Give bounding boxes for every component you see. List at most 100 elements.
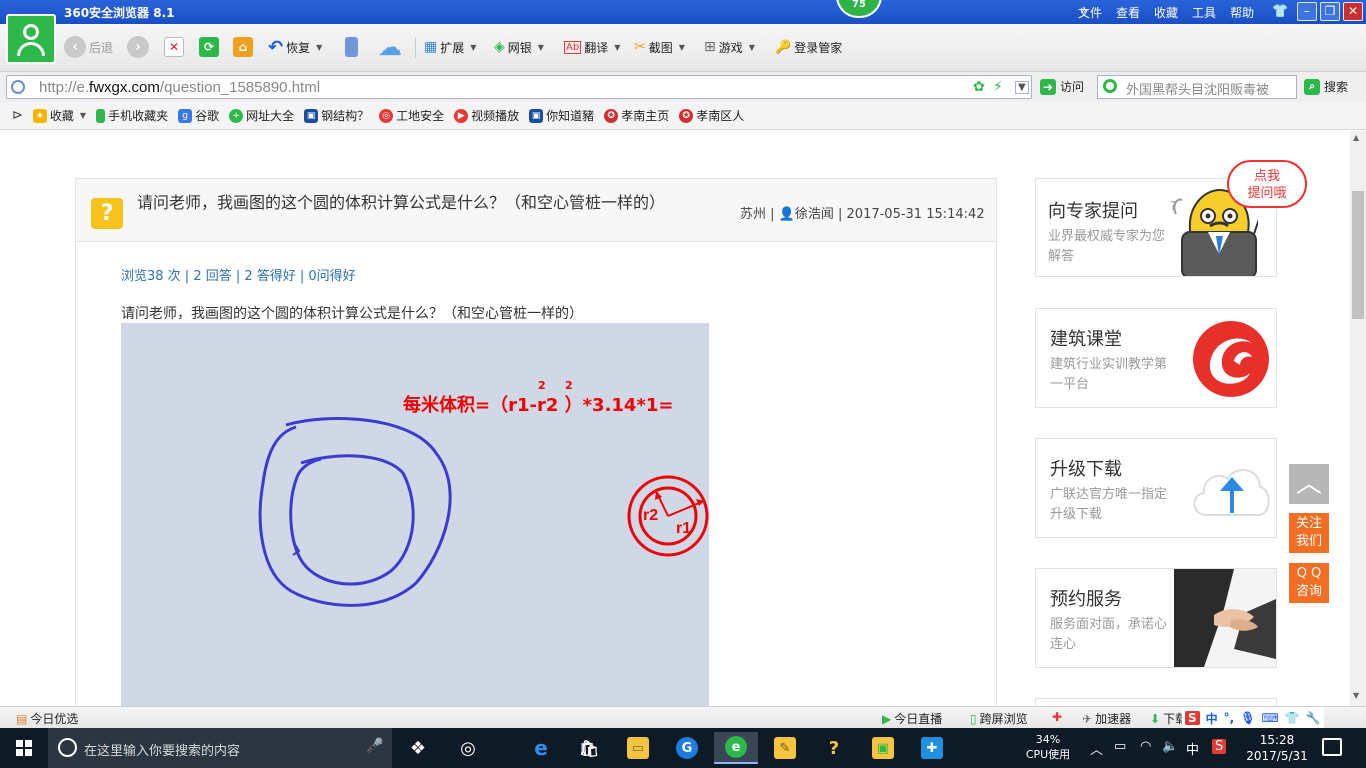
bookmark-url-directory[interactable]: + 网址大全 xyxy=(229,107,294,124)
follow-us-button[interactable]: 关注 我们 xyxy=(1289,513,1329,553)
tray-expand-icon[interactable]: ︿ xyxy=(1090,739,1103,758)
address-row: http://e.fwxgx.com/question_1585890.html… xyxy=(0,72,1366,102)
app-360-helper[interactable]: ◎ xyxy=(446,732,490,764)
accelerator[interactable]: ✈ 加速器 xyxy=(1082,710,1131,727)
back-button[interactable]: ‹ 后退 xyxy=(64,34,113,60)
search-input[interactable]: 外国黑帮头目沈阳贩毒被 xyxy=(1097,75,1297,99)
security-icon[interactable]: ✚ xyxy=(1052,710,1062,724)
mobile-button[interactable] xyxy=(345,34,358,60)
screenshot-label: 截图 xyxy=(648,40,673,55)
task-view-app[interactable]: ❖ xyxy=(396,732,440,764)
ask-bubble[interactable]: 点我 提问哦 xyxy=(1227,160,1307,208)
battery-icon[interactable]: ▭ xyxy=(1114,739,1126,754)
sidebar-toggle-icon[interactable]: ⊳ xyxy=(12,108,23,123)
question-card: ? 请问老师，我画图的这个圆的体积计算公式是什么？（和空心管桩一样的） 苏州 |… xyxy=(75,178,997,706)
menu-file[interactable]: 文件 xyxy=(1078,4,1102,21)
notes-icon: ✎ xyxy=(774,737,796,759)
app-help[interactable]: ? xyxy=(812,732,856,764)
construction-class-card[interactable]: 建筑课堂 建筑行业实训教学第一平台 xyxy=(1035,308,1277,408)
url-text[interactable]: http://e.fwxgx.com/question_1585890.html xyxy=(39,79,320,96)
home-button[interactable]: ⌂ xyxy=(233,34,253,60)
bookmark-google[interactable]: g 谷歌 xyxy=(178,107,219,124)
cloud-button[interactable]: ☁ xyxy=(378,33,402,61)
taskbar-search-box[interactable]: 在这里输入你要搜索的内容 🎤 xyxy=(48,728,392,768)
mic-icon: 🎙 xyxy=(1240,711,1256,725)
scroll-up-icon[interactable]: ▲ xyxy=(1353,133,1359,142)
question-user[interactable]: 徐浩闻 xyxy=(795,207,834,222)
maximize-button[interactable]: ❐ xyxy=(1320,2,1340,21)
translate-button[interactable]: Ab 翻译 ▼ xyxy=(564,34,620,60)
question-image[interactable]: 每米体积=（r1 2 -r2 2 ）*3.14*1= r1 r2 xyxy=(121,323,709,706)
bookmark-xiaonan-district[interactable]: ✪ 孝南区人 xyxy=(679,107,744,124)
refresh-button[interactable]: ⟳ xyxy=(199,34,219,60)
scissors-icon: ✂ xyxy=(634,39,646,55)
vertical-scrollbar[interactable]: ▲ ▼ xyxy=(1350,131,1366,706)
menu-view[interactable]: 查看 xyxy=(1116,4,1140,21)
ime-toolbar[interactable]: S 中 °, 🎙 ⌨ 👕 🔧 xyxy=(1182,707,1324,729)
bookmark-did-you-know[interactable]: ▣ 你知道豬 xyxy=(529,107,594,124)
login-manager-button[interactable]: 🔑 登录管家 xyxy=(775,34,842,60)
ime-indicator[interactable]: 中 xyxy=(1186,739,1199,758)
skin-icon[interactable]: 👕 xyxy=(1272,4,1288,19)
bookmark-site-safety[interactable]: ◎ 工地安全 xyxy=(379,107,444,124)
app-store[interactable]: 🛍 xyxy=(567,732,611,764)
sogou-icon: S xyxy=(1185,711,1200,725)
address-bar[interactable]: http://e.fwxgx.com/question_1585890.html… xyxy=(6,75,1032,99)
today-picks[interactable]: ▤ 今日优选 xyxy=(16,710,78,727)
scrollbar-thumb[interactable] xyxy=(1352,191,1364,319)
menu-tools[interactable]: 工具 xyxy=(1192,4,1216,21)
app-360-browser[interactable]: e xyxy=(714,732,758,764)
app-file-explorer[interactable]: ▭ xyxy=(616,732,660,764)
question-location[interactable]: 苏州 xyxy=(740,207,766,222)
speed-mode-icon[interactable]: ⚡ xyxy=(993,79,1003,95)
stop-button[interactable]: ✕ xyxy=(164,34,184,60)
glodon-logo-icon xyxy=(1193,321,1269,397)
back-to-top-button[interactable]: ︿ xyxy=(1289,464,1329,504)
cpu-usage[interactable]: 34% CPU使用 xyxy=(1022,732,1074,762)
app-picture[interactable]: ▣ xyxy=(861,732,905,764)
app-notes[interactable]: ✎ xyxy=(763,732,807,764)
bookmark-video[interactable]: ▶ 视频播放 xyxy=(454,107,519,124)
scroll-down-icon[interactable]: ▼ xyxy=(1353,691,1359,700)
volume-icon[interactable]: 🔈 xyxy=(1162,739,1178,754)
wifi-icon[interactable]: ◠ xyxy=(1140,739,1151,754)
restore-button[interactable]: ↶ 恢复 ▼ xyxy=(268,34,322,60)
microphone-icon[interactable]: 🎤 xyxy=(366,738,383,754)
phone-icon: ▯ xyxy=(970,711,977,726)
compat-mode-icon[interactable]: ✿ xyxy=(973,79,985,95)
bank-button[interactable]: ◈ 网银 ▼ xyxy=(494,34,544,60)
bookmark-mobile[interactable]: 手机收藏夹 xyxy=(96,107,168,124)
visit-button[interactable]: ➜ 访问 xyxy=(1040,78,1084,95)
next-sidebar-card[interactable] xyxy=(1035,698,1277,706)
bookmark-favorites[interactable]: ★ 收藏 ▼ xyxy=(32,107,86,124)
app-glodon[interactable]: G xyxy=(665,732,709,764)
browser-logo[interactable] xyxy=(6,14,56,64)
menu-help[interactable]: 帮助 xyxy=(1230,4,1254,21)
forward-button[interactable]: › xyxy=(127,34,149,60)
bookmark-xiaonan-home[interactable]: ✪ 孝南主页 xyxy=(604,107,669,124)
qq-consult-button[interactable]: Q Q 咨询 xyxy=(1289,563,1329,603)
minimize-button[interactable]: – xyxy=(1297,2,1317,21)
bookmark-steel-structure[interactable]: ▣ 钢结构？ xyxy=(304,107,369,124)
notification-icon[interactable] xyxy=(1322,738,1342,756)
url-dropdown-icon[interactable]: ▼ xyxy=(1015,81,1029,94)
search-button[interactable]: ⌕ 搜索 xyxy=(1304,78,1348,95)
video-icon: ▶ xyxy=(454,108,469,123)
app-edge[interactable]: e xyxy=(519,732,563,764)
games-button[interactable]: ⊞ 游戏 ▼ xyxy=(704,34,755,60)
today-live[interactable]: ▶ 今日直播 xyxy=(882,710,942,727)
book-service-card[interactable]: 预约服务 服务面对面，承诺心连心 xyxy=(1035,568,1277,668)
close-window-button[interactable]: ✕ xyxy=(1343,2,1363,21)
extend-button[interactable]: ▦ 扩展 ▼ xyxy=(424,34,476,60)
bookmarks-bar: ⊳ ★ 收藏 ▼ 手机收藏夹 g 谷歌 + 网址大全 ▣ 钢结构？ ◎ 工地安全 ▶ 视频播放… xyxy=(0,102,1366,130)
title-bar: 360安全浏览器 8.1 » 文件 查看 收藏 工具 帮助 👕 – ❐ ✕ xyxy=(0,0,1366,24)
upgrade-download-card[interactable]: 升级下载 广联达官方唯一指定升级下载 xyxy=(1035,438,1277,538)
menu-favorites[interactable]: 收藏 xyxy=(1154,4,1178,21)
start-button[interactable] xyxy=(0,728,48,768)
circle-sketch: r1 r2 xyxy=(258,417,709,607)
clock[interactable]: 15:28 2017/5/31 xyxy=(1244,732,1310,764)
cross-screen-browse[interactable]: ▯ 跨屏浏览 xyxy=(970,710,1028,727)
sogou-tray-icon[interactable]: S xyxy=(1212,739,1227,754)
app-qq-helper[interactable]: ✚ xyxy=(910,732,954,764)
screenshot-button[interactable]: ✂ 截图 ▼ xyxy=(634,34,685,60)
